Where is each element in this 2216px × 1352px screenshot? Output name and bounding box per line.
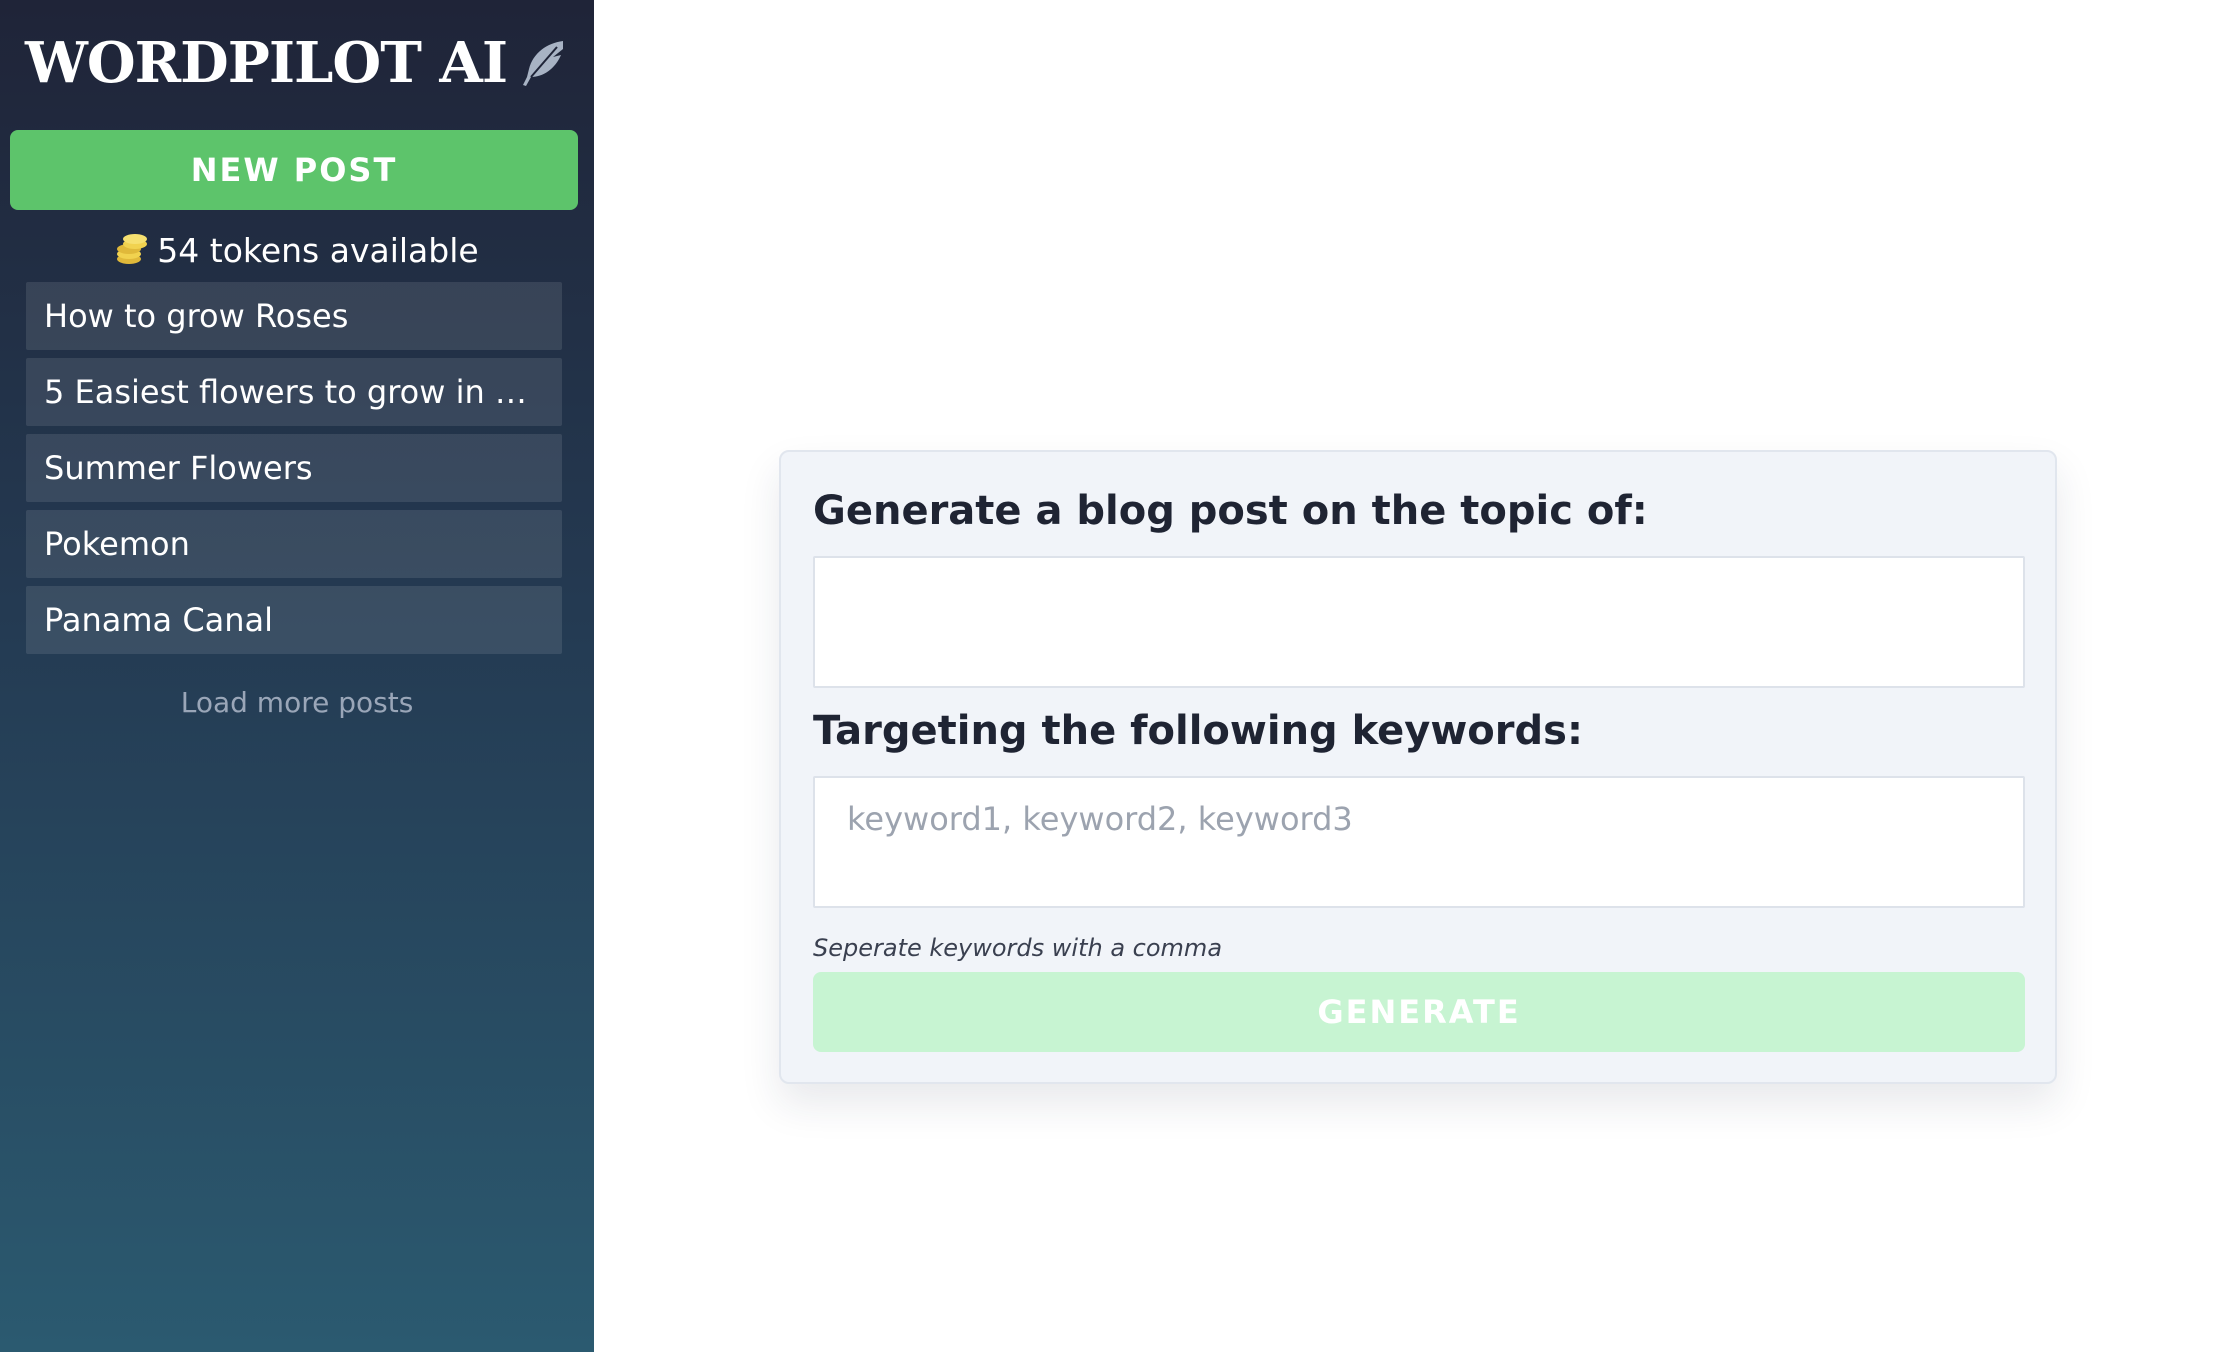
topic-label: Generate a blog post on the topic of: [813,488,1648,534]
new-post-button[interactable]: NEW POST [10,130,578,210]
generate-button[interactable]: GENERATE [813,972,2025,1052]
feather-icon [517,37,569,89]
post-item[interactable]: Summer Flowers [26,434,562,502]
keywords-hint: Seperate keywords with a comma [813,934,1223,962]
keywords-input[interactable] [813,776,2025,908]
post-item[interactable]: 5 Easiest flowers to grow in my garden [26,358,562,426]
app-root: WORDPILOT AI NEW POST 54 tokens availabl… [0,0,2216,1352]
load-more-link[interactable]: Load more posts [0,686,594,719]
sidebar: WORDPILOT AI NEW POST 54 tokens availabl… [0,0,594,1352]
brand-name: WORDPILOT AI [24,30,508,96]
post-list: How to grow Roses 5 Easiest flowers to g… [26,282,562,662]
brand-logo: WORDPILOT AI [0,28,594,98]
keywords-label: Targeting the following keywords: [813,708,1583,754]
tokens-indicator: 54 tokens available [0,226,594,274]
generate-form-card: Generate a blog post on the topic of: Ta… [779,450,2057,1084]
post-item[interactable]: Pokemon [26,510,562,578]
coins-icon [115,233,149,267]
post-item[interactable]: How to grow Roses [26,282,562,350]
topic-input[interactable] [813,556,2025,688]
main-content: Generate a blog post on the topic of: Ta… [594,0,2216,1352]
tokens-text: 54 tokens available [157,230,479,270]
post-item[interactable]: Panama Canal [26,586,562,654]
